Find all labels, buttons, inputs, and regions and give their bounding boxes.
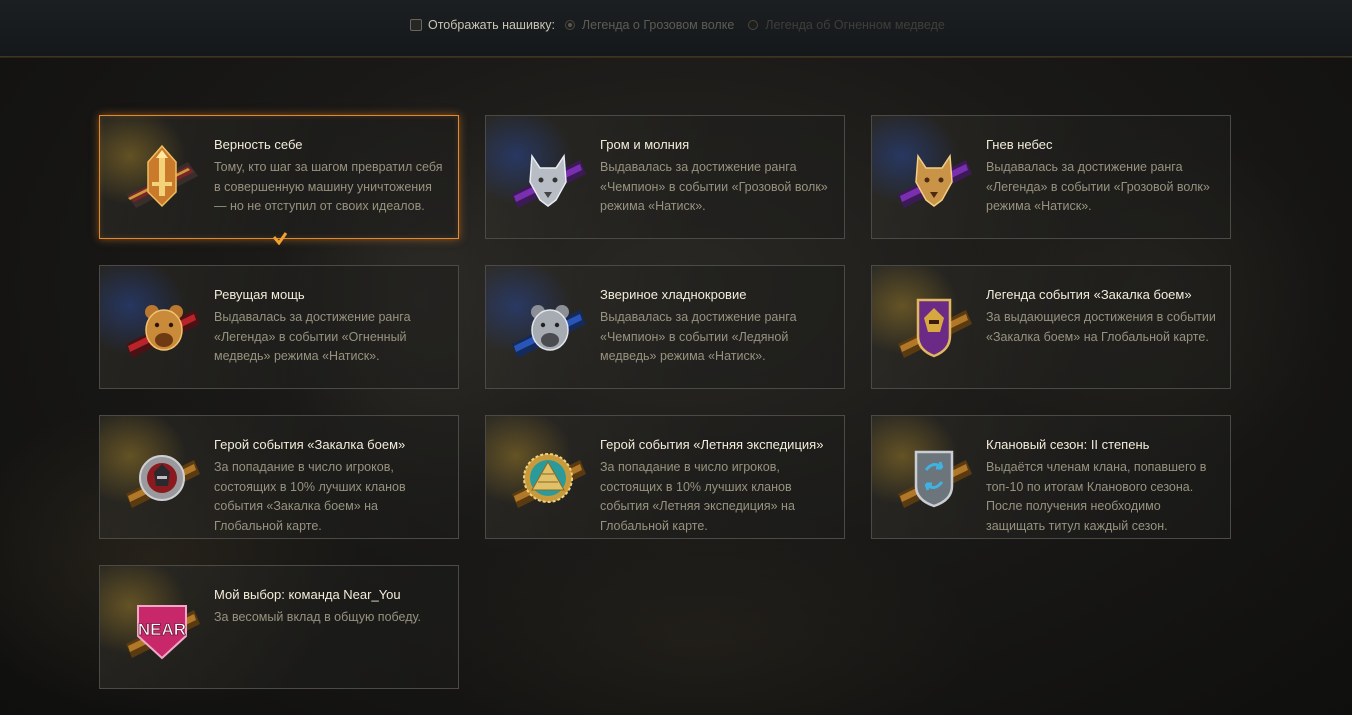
card-description: За выдающиеся достижения в событии «Зака… xyxy=(986,310,1216,344)
patch-card-thunder[interactable]: Гром и молния Выдавалась за достижение р… xyxy=(485,115,845,239)
card-title: Гнев небес xyxy=(986,137,1053,152)
patch-card-hardened-hero[interactable]: Герой события «Закалка боем» За попадани… xyxy=(99,415,459,539)
show-patch-checkbox[interactable] xyxy=(410,19,422,31)
clan-season-badge-icon xyxy=(898,450,972,508)
card-description: Выдавалась за достижение ранга «Легенда»… xyxy=(986,160,1210,213)
card-description: За попадание в число игроков, состоящих … xyxy=(214,460,406,533)
card-title: Герой события «Закалка боем» xyxy=(214,437,406,452)
samurai-shield-badge-icon xyxy=(898,298,972,358)
near-badge-text: NEAR xyxy=(138,620,186,639)
patch-card-beast-calm[interactable]: Звериное хладнокровие Выдавалась за дост… xyxy=(485,265,845,389)
card-description: За попадание в число игроков, состоящих … xyxy=(600,460,795,533)
patch-card-wrath[interactable]: Гнев небес Выдавалась за достижение ранг… xyxy=(871,115,1231,239)
silver-wolf-badge-icon xyxy=(512,153,586,208)
patch-card-near-you[interactable]: NEAR Мой выбор: команда Near_You За весо… xyxy=(99,565,459,689)
card-description: Выдаётся членам клана, попавшего в топ-1… xyxy=(986,460,1207,533)
card-title: Ревущая мощь xyxy=(214,287,305,302)
card-title: Звериное хладнокровие xyxy=(600,287,747,302)
card-title: Верность себе xyxy=(214,137,303,152)
card-description: За весомый вклад в общую победу. xyxy=(214,610,421,624)
patch-card-hardened-legend[interactable]: Легенда события «Закалка боем» За выдающ… xyxy=(871,265,1231,389)
card-description: Выдавалась за достижение ранга «Чемпион»… xyxy=(600,310,797,363)
card-title: Гром и молния xyxy=(600,137,690,152)
selected-check-icon xyxy=(272,232,288,245)
card-title: Клановый сезон: II степень xyxy=(986,437,1150,452)
patch-card-clan-season[interactable]: Клановый сезон: II степень Выдаётся член… xyxy=(871,415,1231,539)
near-team-badge-icon: NEAR xyxy=(126,605,200,660)
patch-card-loyalty[interactable]: Верность себе Тому, кто шаг за шагом пре… xyxy=(99,115,459,245)
patch-card-summer-hero[interactable]: Герой события «Летняя экспедиция» За поп… xyxy=(485,415,845,539)
card-title: Герой события «Летняя экспедиция» xyxy=(600,437,824,452)
card-title: Мой выбор: команда Near_You xyxy=(214,587,401,602)
card-description: Выдавалась за достижение ранга «Чемпион»… xyxy=(600,160,828,213)
show-patch-label[interactable]: Отображать нашивку: xyxy=(428,18,555,32)
silver-bear-badge-icon xyxy=(512,305,586,358)
radio-fire-bear[interactable] xyxy=(748,20,759,30)
radio-thunder-wolf[interactable] xyxy=(564,20,575,30)
radio-fire-bear-label[interactable]: Легенда об Огненном медведе xyxy=(765,18,945,32)
patch-card-roaring-power[interactable]: Ревущая мощь Выдавалась за достижение ра… xyxy=(99,265,459,389)
gold-wolf-badge-icon xyxy=(898,153,972,208)
card-description: Выдавалась за достижение ранга «Легенда»… xyxy=(214,310,411,363)
pyramid-badge-icon xyxy=(512,453,586,508)
card-title: Легенда события «Закалка боем» xyxy=(986,287,1192,302)
gold-bear-badge-icon xyxy=(126,305,200,358)
samurai-round-badge-icon xyxy=(126,455,200,508)
gold-insignia-badge-icon xyxy=(126,144,198,208)
card-description: Тому, кто шаг за шагом превратил себя в … xyxy=(214,160,443,213)
patch-display-bar: Отображать нашивку: Легенда о Грозовом в… xyxy=(0,0,1352,57)
radio-thunder-wolf-label[interactable]: Легенда о Грозовом волке xyxy=(582,18,734,32)
